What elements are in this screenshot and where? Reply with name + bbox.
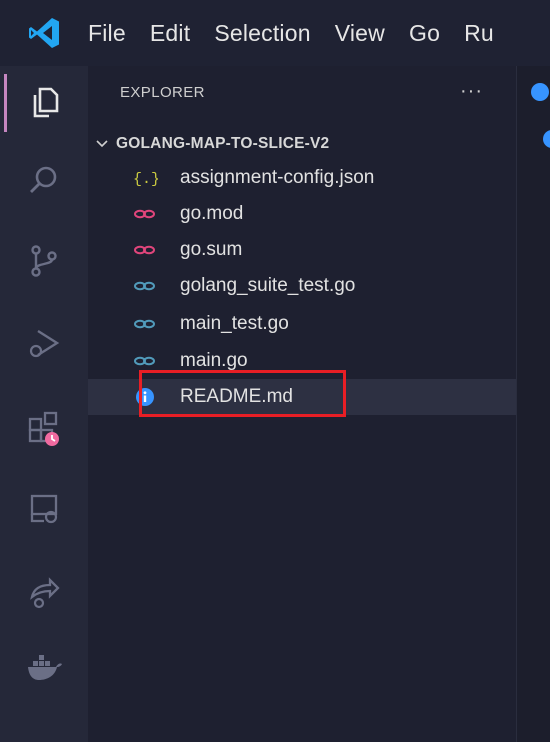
file-item-main[interactable]: main.go: [88, 343, 516, 379]
file-item-golang-suite-test[interactable]: golang_suite_test.go: [88, 268, 516, 304]
go-icon: [132, 314, 158, 334]
chevron-down-icon: [96, 140, 108, 148]
menu-bar: File Edit Selection View Go Ru: [88, 0, 518, 66]
activity-bar: [0, 66, 88, 742]
explorer-title: EXPLORER: [120, 84, 205, 101]
file-item-main-test[interactable]: main_test.go: [88, 306, 516, 342]
file-item-go-mod[interactable]: go.mod: [88, 196, 516, 232]
folder-header[interactable]: GOLANG-MAP-TO-SLICE-V2: [94, 130, 329, 158]
info-icon: [132, 387, 158, 407]
vscode-logo-icon[interactable]: [0, 0, 88, 66]
explorer-icon[interactable]: [0, 68, 88, 138]
go-mod-icon: [132, 204, 158, 224]
json-icon: {.}: [132, 168, 158, 188]
remote-explorer-icon[interactable]: [0, 474, 88, 544]
docker-icon[interactable]: [0, 632, 88, 702]
title-bar: File Edit Selection View Go Ru: [0, 0, 550, 66]
info-icon[interactable]: [543, 130, 550, 148]
editor-tab-strip: [516, 66, 550, 742]
menu-go[interactable]: Go: [409, 20, 440, 47]
menu-selection[interactable]: Selection: [214, 20, 310, 47]
info-icon[interactable]: [531, 83, 549, 101]
file-label: main_test.go: [180, 313, 289, 334]
go-icon: [132, 276, 158, 296]
menu-view[interactable]: View: [335, 20, 385, 47]
more-actions-icon[interactable]: ···: [460, 80, 483, 103]
file-item-go-sum[interactable]: go.sum: [88, 232, 516, 268]
svg-text:{.}: {.}: [133, 171, 158, 188]
run-debug-icon[interactable]: [0, 308, 88, 378]
share-icon[interactable]: [0, 558, 88, 628]
source-control-icon[interactable]: [0, 226, 88, 296]
file-label: go.sum: [180, 239, 243, 260]
file-label: README.md: [180, 386, 293, 407]
go-icon: [132, 351, 158, 371]
go-sum-icon: [132, 240, 158, 260]
file-item-assignment-config[interactable]: {.} assignment-config.json: [88, 160, 516, 196]
file-item-readme[interactable]: README.md: [88, 379, 516, 415]
menu-file[interactable]: File: [88, 20, 126, 47]
file-label: go.mod: [180, 203, 244, 224]
file-label: golang_suite_test.go: [180, 275, 356, 296]
search-icon[interactable]: [0, 146, 88, 216]
explorer-panel: EXPLORER ··· GOLANG-MAP-TO-SLICE-V2 {.} …: [88, 66, 516, 742]
menu-edit[interactable]: Edit: [150, 20, 190, 47]
menu-run[interactable]: Ru: [464, 20, 494, 47]
file-label: assignment-config.json: [180, 167, 375, 188]
extensions-icon[interactable]: [0, 394, 88, 464]
folder-name: GOLANG-MAP-TO-SLICE-V2: [116, 135, 330, 152]
file-label: main.go: [180, 350, 248, 371]
